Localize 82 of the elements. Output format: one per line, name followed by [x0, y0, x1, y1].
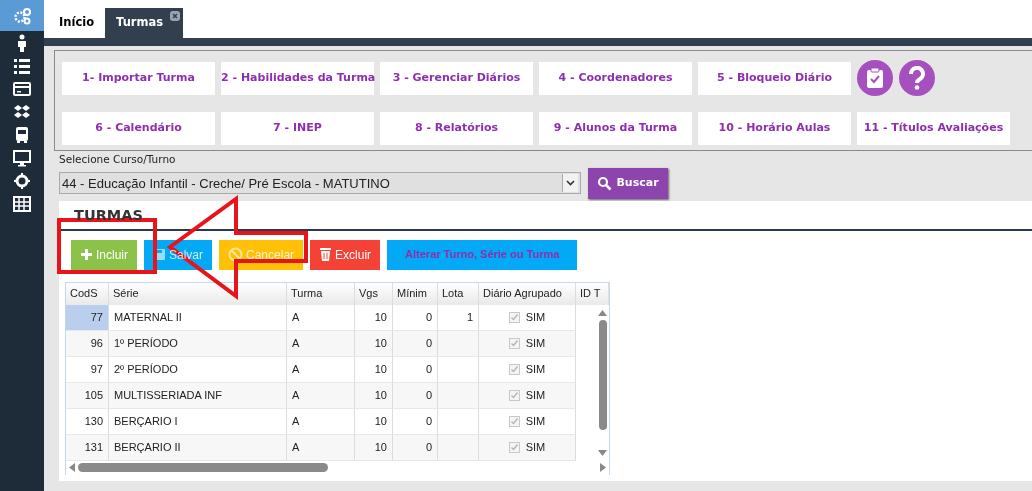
- search-icon: [597, 175, 613, 191]
- delete-button[interactable]: Excluir: [310, 239, 381, 270]
- horizontal-scrollbar[interactable]: [66, 460, 609, 475]
- course-select[interactable]: 44 - Educação Infantil - Creche/ Pré Escola - MATUTINO: [59, 172, 581, 195]
- table-cell: A: [287, 434, 355, 461]
- table-cell: MULTISSERIADA INF: [109, 382, 287, 409]
- plus-icon: [80, 248, 93, 261]
- trash-icon: [319, 247, 333, 262]
- table-cell: A: [287, 304, 355, 331]
- cell-text: SIM: [525, 413, 546, 429]
- scroll-right-icon[interactable]: [600, 463, 606, 472]
- cell-text: SIM: [525, 309, 546, 325]
- caret-icon[interactable]: [566, 180, 575, 187]
- menu-button[interactable]: 3 - Gerenciar Diários: [380, 61, 533, 95]
- menu-button[interactable]: 6 - Calendário: [62, 112, 215, 145]
- checkbox[interactable]: [508, 441, 520, 453]
- column-header[interactable]: ID T: [576, 282, 609, 305]
- column-header[interactable]: Diário Agrupado: [479, 282, 576, 305]
- table-cell: A: [287, 382, 355, 409]
- menu-button[interactable]: 10 - Horário Aulas: [698, 112, 851, 145]
- table-cell: 0: [393, 382, 438, 409]
- table-cell[interactable]: 77: [66, 304, 109, 331]
- cell-text: SIM: [525, 361, 546, 377]
- column-header[interactable]: Turma: [287, 282, 355, 305]
- tab[interactable]: Turmas: [105, 8, 184, 38]
- column-header[interactable]: Mínim: [393, 282, 438, 305]
- table-cell: 10: [355, 408, 393, 435]
- checkbox[interactable]: [508, 337, 520, 349]
- table-cell: 10: [355, 382, 393, 409]
- field-label: Selecione Curso/Turno: [59, 152, 177, 167]
- table-cell: A: [287, 408, 355, 435]
- menu-button[interactable]: 8 - Relatórios: [380, 112, 533, 145]
- table-cell: 10: [355, 434, 393, 461]
- menu-button[interactable]: 4 - Coordenadores: [539, 61, 692, 95]
- table-cell[interactable]: 131: [66, 434, 109, 461]
- checkbox[interactable]: [508, 415, 520, 427]
- table-cell: 10: [355, 356, 393, 383]
- menu-button[interactable]: 1- Importar Turma: [62, 61, 215, 95]
- checkbox[interactable]: [508, 363, 520, 375]
- column-header[interactable]: CodS: [66, 282, 109, 305]
- table-cell: 10: [355, 304, 393, 331]
- table-cell: BERÇARIO II: [109, 434, 287, 461]
- table-cell: 1: [438, 304, 479, 331]
- table-cell[interactable]: 130: [66, 408, 109, 435]
- close-icon[interactable]: [170, 11, 181, 21]
- clipboard-check-icon[interactable]: [857, 60, 893, 96]
- menu-button[interactable]: 7 - INEP: [221, 112, 374, 145]
- table-cell: A: [287, 356, 355, 383]
- menu-button[interactable]: 9 - Alunos da Turma: [539, 112, 692, 145]
- table-cell: 0: [393, 434, 438, 461]
- table-cell: 1º PERÍODO: [109, 330, 287, 357]
- column-header[interactable]: Série: [109, 282, 287, 305]
- table-cell[interactable]: 96: [66, 330, 109, 357]
- cell-text: SIM: [525, 387, 546, 403]
- search-button[interactable]: Buscar: [588, 167, 668, 199]
- checkbox[interactable]: [508, 311, 520, 323]
- scrollbar-thumb[interactable]: [78, 463, 328, 472]
- column-header[interactable]: Vgs: [355, 282, 393, 305]
- menu-button[interactable]: 2 - Habilidades da Turma: [221, 61, 374, 95]
- prohibited-icon: [228, 247, 244, 262]
- cell-text: SIM: [525, 335, 546, 351]
- table-cell: 0: [393, 356, 438, 383]
- cell-text: SIM: [525, 439, 546, 455]
- table-cell: BERÇARIO I: [109, 408, 287, 435]
- table-cell[interactable]: 105: [66, 382, 109, 409]
- table-cell: 10: [355, 330, 393, 357]
- menu-button[interactable]: 11 - Títulos Avaliações: [857, 112, 1010, 145]
- column-header[interactable]: Lota: [438, 282, 479, 305]
- table-cell: MATERNAL II: [109, 304, 287, 331]
- scroll-up-icon[interactable]: [598, 308, 607, 316]
- checkbox[interactable]: [508, 389, 520, 401]
- menu-button[interactable]: 5 - Bloqueio Diário: [698, 61, 851, 95]
- table-cell: 0: [393, 304, 438, 331]
- table-cell[interactable]: 97: [66, 356, 109, 383]
- scrollbar-thumb[interactable]: [598, 319, 607, 430]
- table-cell: 2º PERÍODO: [109, 356, 287, 383]
- table-cell: 0: [393, 408, 438, 435]
- help-icon[interactable]: [899, 60, 935, 96]
- table-cell: 0: [393, 330, 438, 357]
- scroll-down-icon[interactable]: [598, 449, 607, 457]
- scroll-left-icon[interactable]: [69, 463, 75, 472]
- table-cell: A: [287, 330, 355, 357]
